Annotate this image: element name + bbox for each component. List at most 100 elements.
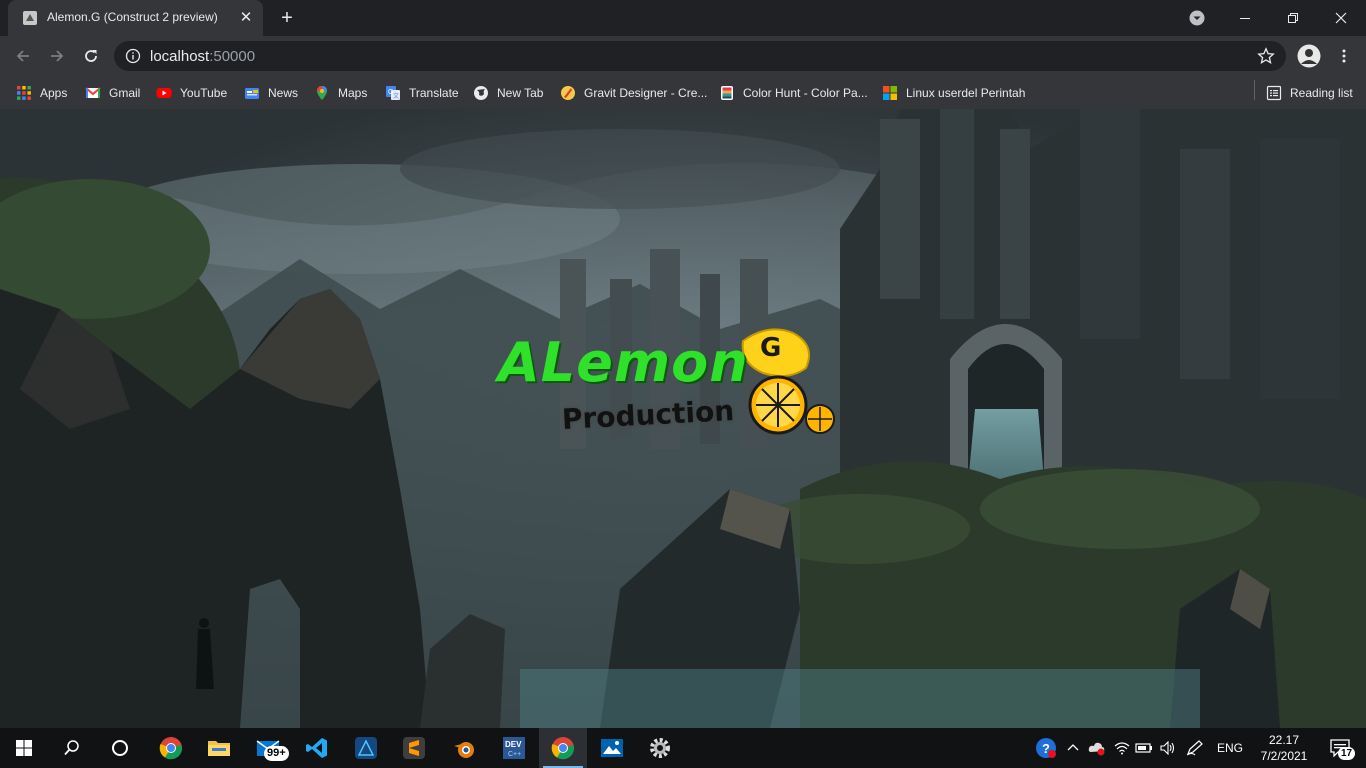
bookmark-youtube[interactable]: YouTube [156, 81, 227, 105]
chevron-down-icon [1189, 10, 1205, 26]
taskbar-file-explorer[interactable] [195, 728, 243, 768]
onedrive-button[interactable] [1086, 728, 1108, 768]
taskbar-sublime[interactable] [390, 728, 438, 768]
tab-title: Alemon.G (Construct 2 preview) [47, 10, 218, 24]
taskbar-chrome[interactable] [147, 728, 195, 768]
cortana-button[interactable] [96, 728, 144, 768]
news-icon [245, 88, 259, 99]
restore-button[interactable] [1270, 0, 1316, 36]
cortana-icon [112, 740, 128, 756]
menu-button[interactable] [1330, 42, 1358, 70]
address-bar[interactable]: localhost:50000 [114, 41, 1286, 71]
tab-close-icon[interactable]: ✕ [237, 9, 255, 27]
apps-grid-icon [17, 86, 31, 100]
bookmark-color-hunt[interactable]: Color Hunt - Color Pa... [719, 81, 868, 105]
game-canvas[interactable]: ALemon G Production [0, 109, 1366, 728]
alemon-logo: ALemon G Production [498, 323, 843, 453]
bookmark-label: Translate [409, 86, 459, 100]
bookmark-apps[interactable]: Apps [16, 81, 67, 105]
taskbar-settings[interactable] [636, 728, 684, 768]
bookmark-translate[interactable]: G文 Translate [385, 81, 459, 105]
notification-count: 17 [1338, 747, 1356, 760]
clock[interactable]: 22.17 7/2/2021 [1250, 728, 1318, 768]
bookmark-new-tab[interactable]: New Tab [473, 81, 543, 105]
reading-list-button[interactable]: Reading list [1266, 81, 1353, 105]
youtube-icon [156, 88, 172, 98]
svg-text:文: 文 [393, 92, 399, 100]
info-icon[interactable] [125, 48, 141, 64]
avatar [1297, 44, 1321, 68]
taskbar-photos[interactable] [588, 728, 636, 768]
help-button[interactable]: ? [1032, 728, 1060, 768]
bookmark-label: YouTube [180, 86, 228, 100]
bookmarks-bar: Apps Gmail YouTube News Maps G文 Translat… [0, 76, 1366, 109]
tab-strip: Alemon.G (Construct 2 preview) ✕ + [0, 0, 1366, 36]
show-hidden-icons-button[interactable] [1064, 728, 1082, 768]
mail-badge: 99+ [264, 746, 289, 761]
colorhunt-icon [721, 86, 733, 100]
cloud-error-icon [1088, 742, 1105, 756]
language-indicator[interactable]: ENG [1212, 728, 1248, 768]
start-button[interactable] [0, 728, 48, 768]
new-tab-button[interactable]: + [276, 7, 298, 29]
bookmark-news[interactable]: News [244, 81, 298, 105]
search-icon [64, 740, 79, 756]
photos-icon [601, 739, 623, 757]
logo-title: ALemon [498, 331, 749, 394]
chrome-icon [159, 737, 183, 760]
bookmark-label: Gravit Designer - Cre... [584, 86, 708, 100]
bookmark-label: Maps [338, 86, 368, 100]
volume-button[interactable] [1158, 728, 1178, 768]
maps-icon [317, 86, 327, 100]
svg-text:DEV: DEV [505, 740, 522, 749]
bookmark-label: Linux userdel Perintah [906, 86, 1026, 100]
taskbar-blender[interactable] [440, 728, 488, 768]
windows-icon [16, 740, 32, 756]
action-center-button[interactable]: 17 [1320, 728, 1360, 768]
blender-icon [454, 742, 474, 758]
minimize-button[interactable] [1222, 0, 1268, 36]
bookmark-label: Color Hunt - Color Pa... [743, 86, 868, 100]
star-icon[interactable] [1257, 47, 1275, 65]
bookmark-maps[interactable]: Maps [314, 81, 367, 105]
forward-button[interactable] [43, 42, 71, 70]
reload-icon [85, 50, 97, 62]
devcpp-icon: DEV C++ [503, 737, 525, 759]
bookmark-label: Apps [40, 86, 68, 100]
taskbar-chrome-active[interactable] [539, 728, 587, 768]
battery-button[interactable] [1134, 728, 1154, 768]
bookmark-gravit[interactable]: Gravit Designer - Cre... [560, 81, 707, 105]
bookmark-gmail[interactable]: Gmail [85, 81, 140, 105]
bookmark-label: Gmail [109, 86, 141, 100]
bookmark-linux[interactable]: Linux userdel Perintah [882, 81, 1025, 105]
pen-icon [1186, 740, 1203, 756]
clock-time: 22.17 [1268, 733, 1300, 747]
pen-workspace-button[interactable] [1184, 728, 1206, 768]
browser-toolbar: localhost:50000 [0, 36, 1366, 76]
back-button[interactable] [9, 42, 37, 70]
affinity-icon [355, 737, 377, 759]
chrome-icon [551, 737, 575, 760]
translate-icon: G文 [386, 86, 400, 100]
taskbar-affinity[interactable] [342, 728, 390, 768]
network-button[interactable] [1112, 728, 1132, 768]
settings-icon [650, 738, 670, 758]
taskbar-devcpp[interactable]: DEV C++ [490, 728, 538, 768]
minimize-icon [1240, 18, 1250, 19]
taskbar-vscode[interactable] [293, 728, 341, 768]
battery-icon [1135, 743, 1152, 753]
file-explorer-icon [208, 741, 230, 756]
close-icon [1335, 12, 1347, 24]
reload-button[interactable] [77, 42, 105, 70]
browser-tab[interactable]: Alemon.G (Construct 2 preview) ✕ [8, 0, 263, 36]
chevron-up-icon [1067, 744, 1079, 751]
speaker-icon [1160, 741, 1175, 755]
close-window-button[interactable] [1318, 0, 1364, 36]
taskbar-mail[interactable]: 99+ [244, 728, 292, 768]
profile-button[interactable] [1295, 42, 1323, 70]
url-text: localhost:50000 [150, 48, 255, 65]
vscode-icon [306, 738, 327, 758]
tab-search-button[interactable] [1174, 0, 1220, 36]
globe-icon [474, 86, 488, 100]
search-button[interactable] [48, 728, 96, 768]
